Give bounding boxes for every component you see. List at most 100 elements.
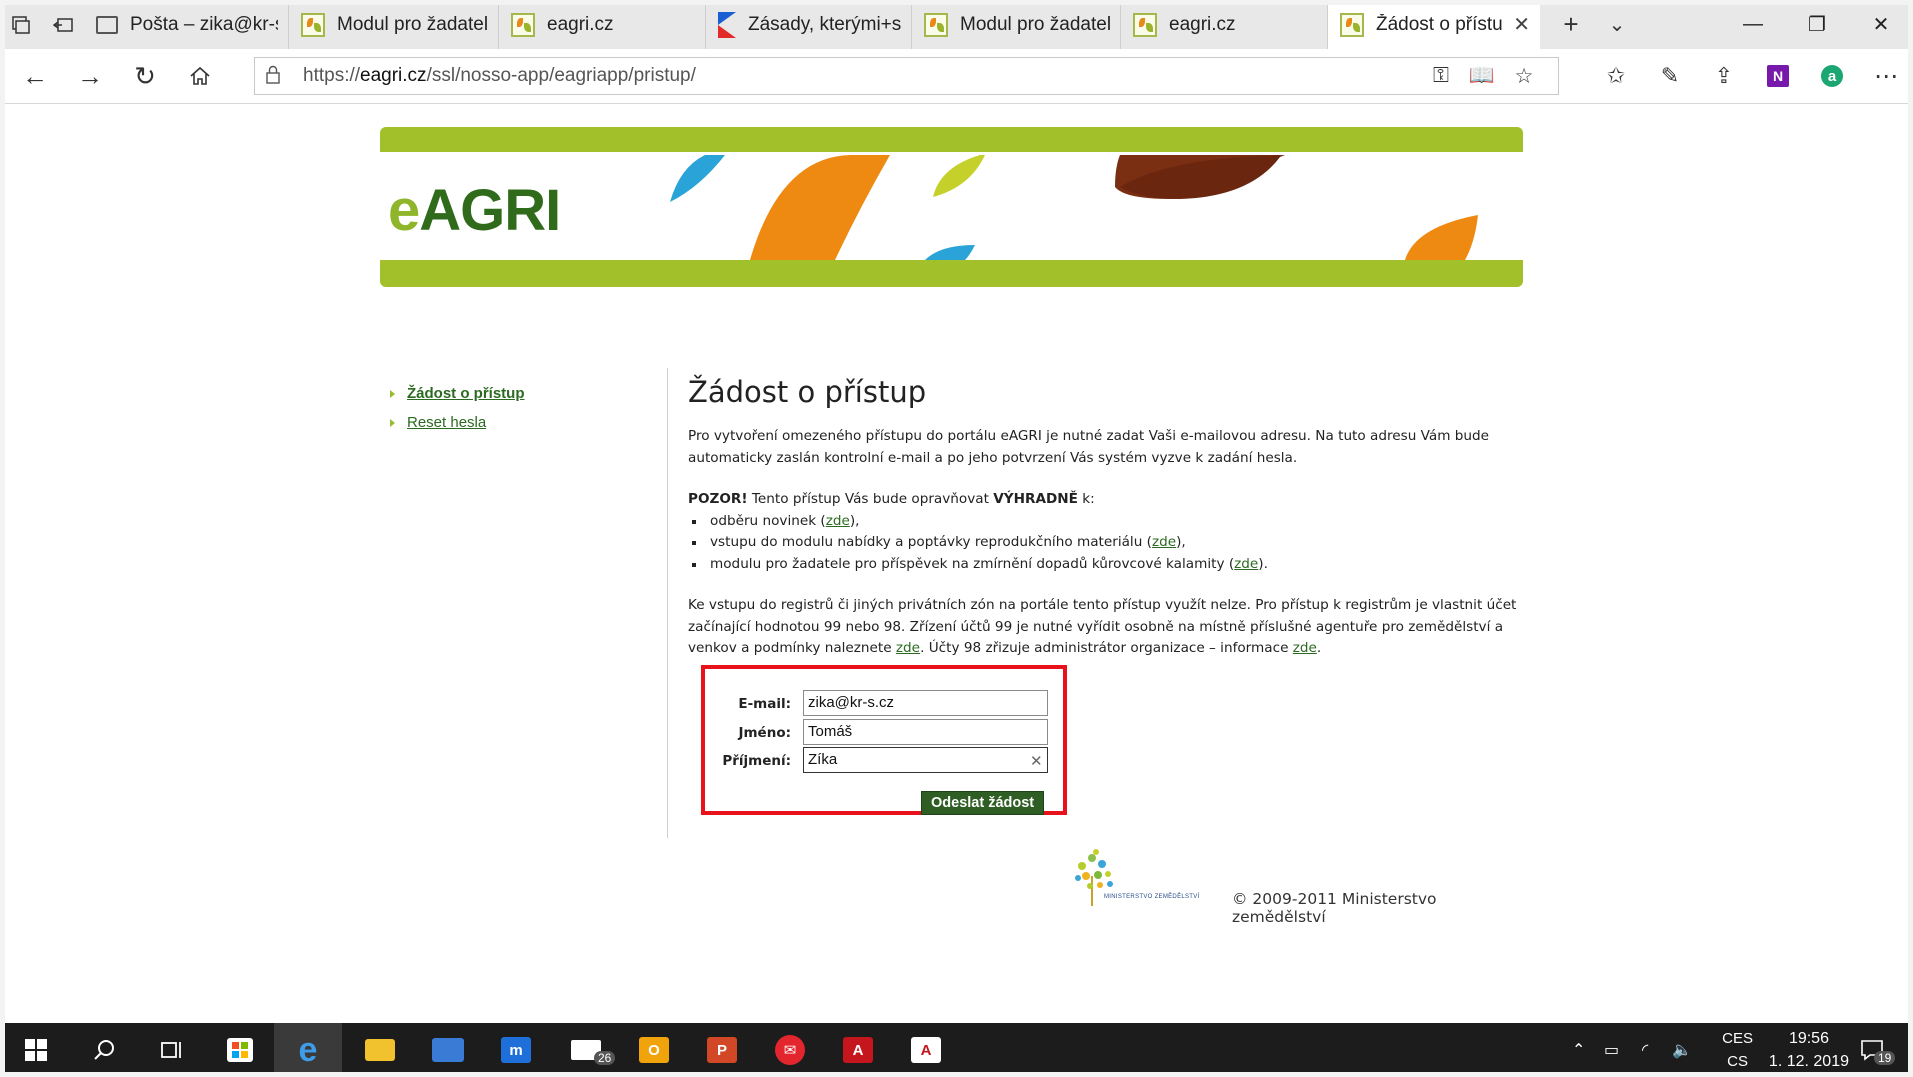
powerpoint-icon[interactable]: P: [688, 1023, 756, 1077]
lock-icon: [266, 65, 280, 84]
sidebar-link[interactable]: Reset hesla: [407, 414, 486, 431]
pen-icon[interactable]: ✎: [1644, 49, 1696, 103]
restore-icon[interactable]: ❐: [1785, 0, 1849, 49]
eagri-favicon-icon: [511, 12, 535, 37]
intro-text: Pro vytvoření omezeného přístupu do port…: [688, 428, 1490, 466]
submit-button[interactable]: Odeslat žádost: [921, 791, 1045, 815]
pdf-reader-icon[interactable]: A: [892, 1023, 960, 1077]
mail-badge: 26: [594, 1051, 616, 1065]
main-content: Žádost o přístup Pro vytvoření omezeného…: [688, 372, 1544, 680]
minimize-icon[interactable]: —: [1721, 0, 1785, 49]
back-icon[interactable]: ←: [8, 49, 62, 103]
email-row: E-mail: zika@kr-s.cz: [705, 690, 1063, 718]
page-footer: MINISTERSTVO ZEMĚDĚLSTVÍ © 2009-2011 Min…: [1070, 848, 1525, 926]
forward-icon[interactable]: →: [63, 49, 117, 103]
email-field[interactable]: zika@kr-s.cz: [803, 690, 1048, 716]
reading-view-icon[interactable]: 📖: [1466, 62, 1498, 90]
battery-icon[interactable]: ▭: [1604, 1023, 1619, 1077]
name-row: Jméno: Tomáš: [705, 719, 1063, 747]
close-window-icon[interactable]: ✕: [1849, 0, 1913, 49]
tab-posta[interactable]: Pošta – zika@kr-s.c: [84, 0, 289, 49]
page-title: Žádost o přístup: [688, 375, 927, 409]
close-tab-icon[interactable]: ✕: [1503, 12, 1530, 37]
app-m-icon[interactable]: m: [482, 1023, 550, 1077]
language-indicator[interactable]: CES CS: [1722, 1027, 1753, 1073]
zde-link[interactable]: zde: [896, 640, 920, 656]
zde-link[interactable]: zde: [826, 513, 850, 529]
name-field[interactable]: Tomáš: [803, 719, 1048, 745]
ministry-small-text: MINISTERSTVO ZEMĚDĚLSTVÍ: [1104, 894, 1200, 900]
new-tab-icon[interactable]: +: [1548, 9, 1594, 40]
list-item: odběru novinek (zde),: [688, 511, 1544, 533]
registry-text: Ke vstupu do registrů či jiných privátní…: [688, 597, 1517, 656]
tab-modul-pro-zadatele-2[interactable]: Modul pro žadatele: [912, 0, 1121, 49]
show-hidden-icons-icon[interactable]: ⌃: [1572, 1023, 1585, 1077]
tab-eagri-2[interactable]: eagri.cz: [1121, 0, 1328, 49]
eagri-favicon-icon: [301, 12, 325, 37]
tab-title: Pošta – zika@kr-s.c: [130, 13, 278, 35]
sidebar-item-zadost[interactable]: Žádost o přístup: [390, 385, 650, 402]
tab-eagri[interactable]: eagri.cz: [499, 0, 706, 49]
tab-title: Žádost o přístu: [1376, 13, 1503, 35]
sidebar-item-reset-hesla[interactable]: Reset hesla: [390, 414, 650, 431]
set-aside-tabs-icon[interactable]: [42, 0, 84, 49]
tab-list-chevron-icon[interactable]: ⌄: [1594, 12, 1640, 37]
file-explorer-icon[interactable]: [346, 1023, 414, 1077]
clear-input-icon[interactable]: ✕: [1030, 752, 1043, 770]
notifications-icon[interactable]: 19: [1860, 1023, 1896, 1077]
search-icon[interactable]: [70, 1023, 138, 1077]
copyright-text: © 2009-2011 Ministerstvo zemědělství: [1232, 890, 1437, 926]
divider: [667, 368, 668, 838]
favorites-hub-icon[interactable]: ✩: [1590, 49, 1642, 103]
eagri-banner: eAGRI: [380, 127, 1523, 287]
clock[interactable]: 19:56 1. 12. 2019: [1769, 1027, 1849, 1073]
favorite-star-icon[interactable]: ☆: [1508, 62, 1540, 90]
eagri-logo[interactable]: eAGRI: [388, 177, 561, 244]
list-item: vstupu do modulu nabídky a poptávky repr…: [688, 532, 1544, 554]
permission-list: odběru novinek (zde), vstupu do modulu n…: [688, 511, 1544, 576]
browser-tab-bar: Pošta – zika@kr-s.c Modul pro žadatele e…: [0, 0, 1913, 49]
store-icon[interactable]: [206, 1023, 274, 1077]
mail-taskbar-icon[interactable]: 26: [552, 1023, 620, 1077]
eagri-favicon-icon: [924, 12, 948, 37]
address-bar[interactable]: https://eagri.cz/ssl/nosso-app/eagriapp/…: [254, 57, 1559, 95]
acrobat-icon[interactable]: A: [824, 1023, 892, 1077]
tab-title: eagri.cz: [547, 13, 614, 35]
google-flag-icon: [718, 11, 736, 38]
eagri-favicon-icon: [1133, 12, 1157, 37]
eagri-favicon-icon: [1340, 12, 1364, 37]
refresh-icon[interactable]: ↻: [118, 49, 172, 103]
wifi-icon[interactable]: ◜: [1642, 1023, 1648, 1077]
notification-count: 19: [1874, 1051, 1896, 1065]
windows-taskbar: e m 26 O P ✉ A A ⌃ ▭ ◜ 🔈 CES CS 19:56 1. 1…: [0, 1023, 1913, 1077]
volume-icon[interactable]: 🔈: [1672, 1023, 1692, 1077]
zde-link[interactable]: zde: [1234, 556, 1258, 572]
outlook-icon[interactable]: O: [620, 1023, 688, 1077]
remote-desktop-icon[interactable]: [414, 1023, 482, 1077]
tab-zasady[interactable]: Zásady, kterými+se: [706, 0, 912, 49]
tab-modul-pro-zadatele[interactable]: Modul pro žadatele: [289, 0, 499, 49]
extension-icon[interactable]: a: [1806, 49, 1858, 103]
translate-icon[interactable]: ⚿: [1425, 62, 1457, 90]
zde-link[interactable]: zde: [1152, 534, 1176, 550]
zde-link[interactable]: zde: [1293, 640, 1317, 656]
sidebar-link[interactable]: Žádost o přístup: [407, 385, 525, 402]
tab-zadost-o-pristup[interactable]: Žádost o přístu ✕: [1328, 0, 1540, 49]
email-client-icon[interactable]: ✉: [756, 1023, 824, 1077]
browser-toolbar: ← → ↻ https://eagri.cz/ssl/nosso-app/eag…: [0, 49, 1913, 104]
onenote-icon[interactable]: N: [1752, 49, 1804, 103]
edge-icon[interactable]: e: [274, 1023, 342, 1077]
share-icon[interactable]: ⇪: [1698, 49, 1750, 103]
home-icon[interactable]: [173, 49, 227, 103]
access-request-form: E-mail: zika@kr-s.cz Jméno: Tomáš Příjme…: [701, 665, 1067, 815]
sidebar-nav: Žádost o přístup Reset hesla: [390, 385, 650, 443]
mail-icon: [96, 15, 118, 34]
surname-field[interactable]: Zíka: [803, 747, 1048, 773]
email-label: E-mail:: [738, 696, 791, 712]
task-view-icon[interactable]: [138, 1023, 206, 1077]
tab-preview-icon[interactable]: [0, 0, 42, 49]
more-icon[interactable]: ⋯: [1860, 49, 1912, 103]
surname-row: Příjmení: Zíka ✕: [705, 747, 1063, 775]
windows-start-icon[interactable]: [2, 1023, 70, 1077]
name-label: Jméno:: [738, 725, 791, 741]
